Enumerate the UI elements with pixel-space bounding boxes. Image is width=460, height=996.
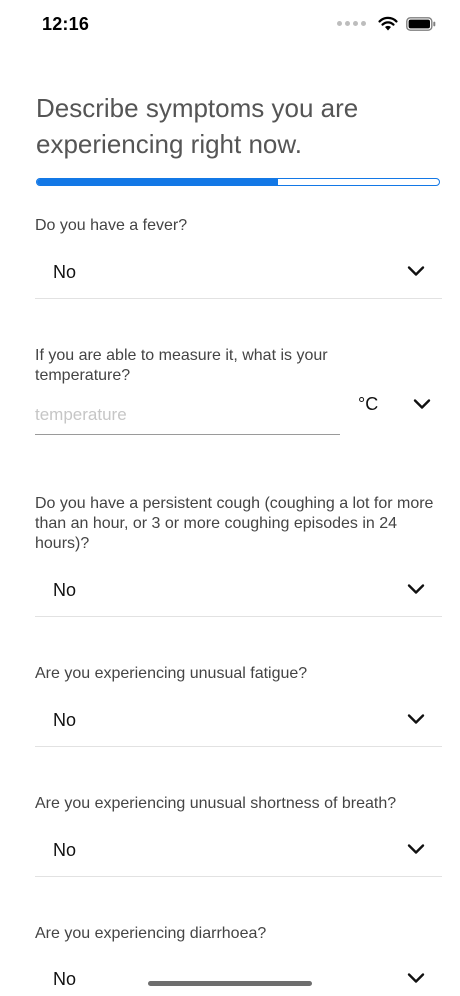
- dropdown-value: No: [53, 262, 77, 282]
- wifi-icon: [378, 16, 398, 31]
- chevron-down-icon: [407, 973, 425, 983]
- question-label-diarrhoea: Are you experiencing diarrhoea?: [35, 925, 267, 942]
- dropdown-value: No: [53, 840, 77, 860]
- question-label-cough: Do you have a persistent cough (coughing…: [35, 495, 434, 552]
- breath-dropdown[interactable]: No: [35, 826, 442, 877]
- chevron-down-icon[interactable]: [413, 398, 431, 410]
- progress-fill: [37, 179, 279, 185]
- question-label-temperature: If you are able to measure it, what is y…: [35, 347, 328, 384]
- dropdown-value: No: [53, 969, 77, 989]
- fatigue-dropdown[interactable]: No: [35, 696, 442, 747]
- question-label-fever: Do you have a fever?: [35, 217, 188, 234]
- question-label-fatigue: Are you experiencing unusual fatigue?: [35, 665, 308, 682]
- signal-icon: [337, 21, 366, 26]
- cough-dropdown[interactable]: No: [35, 566, 442, 617]
- status-time: 12:16: [42, 14, 90, 34]
- temperature-unit-select[interactable]: °C: [358, 394, 378, 415]
- status-bar: 12:16: [0, 0, 460, 50]
- chevron-down-icon: [407, 714, 425, 724]
- chevron-down-icon: [407, 584, 425, 594]
- diarrhoea-dropdown[interactable]: No: [35, 955, 442, 996]
- progress-bar: [36, 178, 440, 186]
- fever-dropdown[interactable]: No: [35, 248, 442, 299]
- page-title: Describe symptoms you are experiencing r…: [36, 93, 359, 159]
- chevron-down-icon: [407, 844, 425, 854]
- dropdown-value: No: [53, 580, 77, 600]
- chevron-down-icon: [407, 266, 425, 276]
- dropdown-value: No: [53, 710, 77, 730]
- question-label-breath: Are you experiencing unusual shortness o…: [35, 795, 397, 812]
- temperature-input[interactable]: [35, 396, 340, 435]
- battery-icon: [406, 16, 436, 31]
- status-icons: [337, 16, 436, 31]
- home-indicator[interactable]: [148, 981, 312, 986]
